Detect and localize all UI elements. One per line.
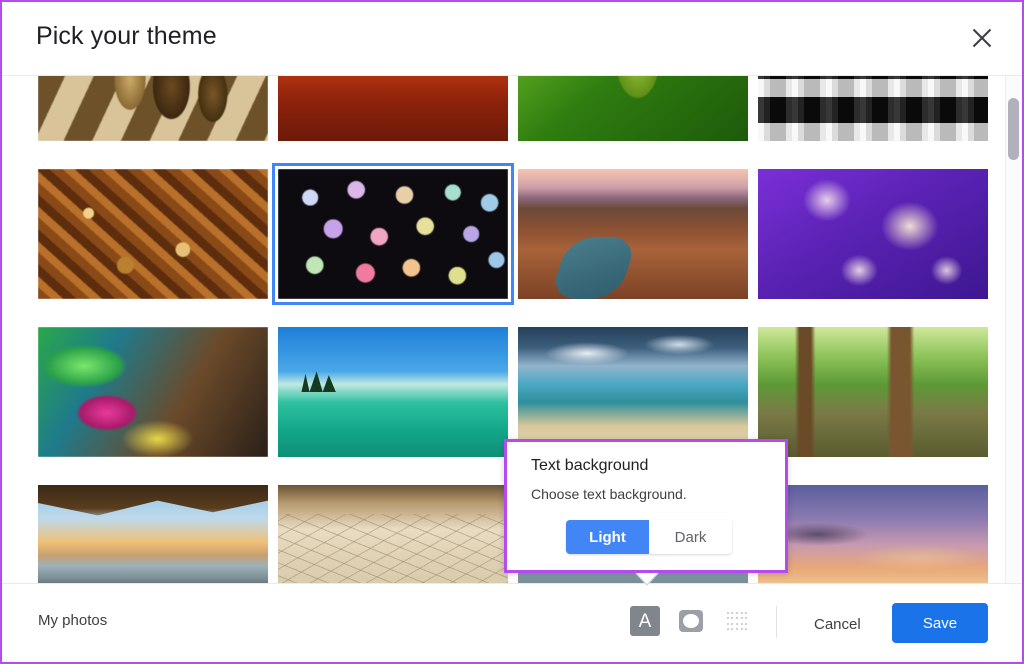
theme-thumbnail-image bbox=[38, 169, 268, 299]
cancel-button[interactable]: Cancel bbox=[802, 610, 873, 639]
pick-theme-dialog: Pick your theme My photos A Cancel Save … bbox=[0, 0, 1024, 664]
theme-thumbnail[interactable] bbox=[38, 169, 268, 299]
dialog-header: Pick your theme bbox=[2, 2, 1022, 76]
vignette-icon bbox=[679, 610, 703, 632]
light-option-button[interactable]: Light bbox=[566, 520, 649, 554]
theme-thumbnail[interactable] bbox=[518, 76, 748, 141]
text-style-icon: A bbox=[638, 610, 652, 632]
theme-thumbnail[interactable] bbox=[278, 327, 508, 457]
theme-thumbnail-image bbox=[278, 485, 508, 583]
theme-thumbnail-image bbox=[278, 169, 508, 299]
theme-thumbnail[interactable] bbox=[38, 485, 268, 583]
theme-thumbnail[interactable] bbox=[518, 327, 748, 457]
theme-thumbnail[interactable] bbox=[758, 327, 988, 457]
theme-thumbnail-image bbox=[38, 327, 268, 457]
theme-thumbnail[interactable] bbox=[518, 169, 748, 299]
theme-thumbnail[interactable] bbox=[38, 327, 268, 457]
save-button[interactable]: Save bbox=[892, 603, 988, 643]
theme-thumbnail-image bbox=[758, 76, 988, 141]
theme-thumbnail-image bbox=[518, 327, 748, 457]
theme-thumbnail-image bbox=[278, 327, 508, 457]
scrollbar-track[interactable] bbox=[1005, 76, 1020, 583]
theme-thumbnail[interactable] bbox=[38, 76, 268, 141]
popup-title: Text background bbox=[531, 457, 649, 474]
theme-thumbnail-image bbox=[518, 169, 748, 299]
theme-thumbnail-image bbox=[758, 169, 988, 299]
theme-thumbnail[interactable] bbox=[272, 163, 514, 305]
dialog-footer: My photos A Cancel Save bbox=[2, 583, 1022, 662]
close-button[interactable] bbox=[960, 16, 1004, 60]
theme-thumbnail[interactable] bbox=[758, 76, 988, 141]
popup-description: Choose text background. bbox=[531, 486, 687, 502]
scrollbar-thumb[interactable] bbox=[1008, 98, 1019, 160]
close-icon bbox=[971, 27, 993, 49]
text-style-icon-button[interactable]: A bbox=[630, 606, 660, 636]
pattern-icon-button[interactable] bbox=[722, 606, 752, 636]
theme-thumbnail[interactable] bbox=[278, 76, 508, 141]
theme-thumbnail[interactable] bbox=[278, 485, 508, 583]
theme-thumbnail-image bbox=[278, 76, 508, 141]
my-photos-button[interactable]: My photos bbox=[38, 612, 107, 629]
page-title: Pick your theme bbox=[36, 22, 217, 50]
theme-thumbnail-image bbox=[758, 327, 988, 457]
pattern-icon bbox=[726, 611, 748, 631]
theme-thumbnail[interactable] bbox=[758, 169, 988, 299]
footer-divider bbox=[776, 606, 777, 638]
text-background-popup: Text background Choose text background. … bbox=[504, 439, 788, 573]
popup-arrow-icon bbox=[635, 572, 659, 587]
theme-thumbnail-image bbox=[758, 485, 988, 583]
text-background-toggle-group: Light Dark bbox=[566, 520, 732, 554]
theme-thumbnail-image bbox=[518, 76, 748, 141]
tool-icon-group: A bbox=[630, 606, 752, 636]
vignette-icon-button[interactable] bbox=[676, 606, 706, 636]
dark-option-button[interactable]: Dark bbox=[649, 520, 732, 554]
theme-thumbnail-image bbox=[38, 485, 268, 583]
theme-thumbnail-image bbox=[38, 76, 268, 141]
theme-thumbnail[interactable] bbox=[758, 485, 988, 583]
